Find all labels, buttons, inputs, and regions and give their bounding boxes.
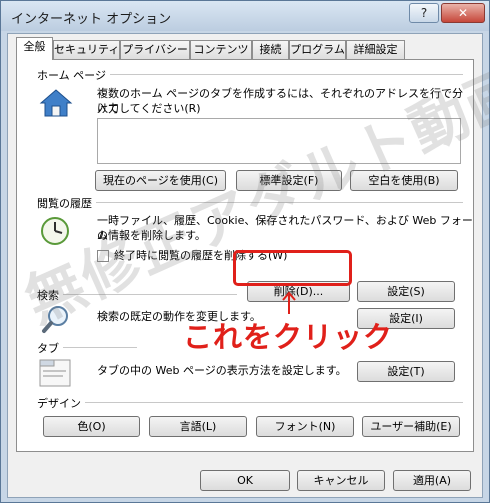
- fonts-button[interactable]: フォント(N): [256, 416, 354, 437]
- tab-connections[interactable]: 接続: [252, 40, 289, 59]
- delete-on-exit-checkbox[interactable]: [97, 250, 109, 262]
- home-section-title: ホーム ページ: [37, 67, 110, 83]
- ok-button[interactable]: OK: [200, 470, 290, 491]
- title-bar[interactable]: インターネット オプション ? ✕: [1, 1, 489, 31]
- section-divider: [37, 294, 237, 295]
- history-description-line2: の情報を削除します。: [97, 229, 206, 242]
- use-default-button[interactable]: 標準設定(F): [236, 170, 342, 191]
- tabs-description: タブの中の Web ページの表示方法を設定します。: [97, 364, 347, 377]
- accessibility-button[interactable]: ユーザー補助(E): [362, 416, 460, 437]
- annotation-up-arrow-icon: [282, 291, 296, 314]
- home-description-line2: 入力してください(R): [97, 102, 201, 115]
- history-clock-icon: [41, 217, 69, 245]
- tab-content[interactable]: コンテンツ: [190, 40, 252, 59]
- tabs-settings-button[interactable]: 設定(T): [357, 361, 455, 382]
- tab-security[interactable]: セキュリティ: [53, 40, 120, 59]
- languages-button[interactable]: 言語(L): [149, 416, 247, 437]
- tab-advanced[interactable]: 詳細設定: [346, 40, 405, 59]
- search-section-title: 検索: [37, 287, 63, 303]
- cancel-button[interactable]: キャンセル: [297, 470, 385, 491]
- search-magnifier-icon: [42, 306, 68, 333]
- apply-button[interactable]: 適用(A): [393, 470, 471, 491]
- history-settings-button[interactable]: 設定(S): [357, 281, 455, 302]
- design-section-title: デザイン: [37, 395, 85, 411]
- close-button[interactable]: ✕: [441, 3, 485, 23]
- use-blank-button[interactable]: 空白を使用(B): [350, 170, 458, 191]
- tab-general[interactable]: 全般: [16, 37, 53, 60]
- tab-programs[interactable]: プログラム: [289, 40, 346, 59]
- tab-privacy[interactable]: プライバシー: [120, 40, 190, 59]
- home-icon: [39, 89, 73, 117]
- annotation-label: これをクリック: [183, 320, 394, 354]
- tabs-window-icon: [39, 359, 71, 387]
- window-title: インターネット オプション: [11, 12, 172, 27]
- use-current-page-button[interactable]: 現在のページを使用(C): [95, 170, 226, 191]
- home-page-address-box[interactable]: [97, 118, 461, 164]
- help-button[interactable]: ?: [409, 3, 439, 23]
- history-section-title: 閲覧の履歴: [37, 195, 96, 211]
- tabs-section-title: タブ: [37, 340, 63, 356]
- section-divider: [37, 402, 463, 403]
- annotation-highlight-box: [233, 250, 352, 286]
- section-divider: [37, 202, 463, 203]
- colors-button[interactable]: 色(O): [43, 416, 140, 437]
